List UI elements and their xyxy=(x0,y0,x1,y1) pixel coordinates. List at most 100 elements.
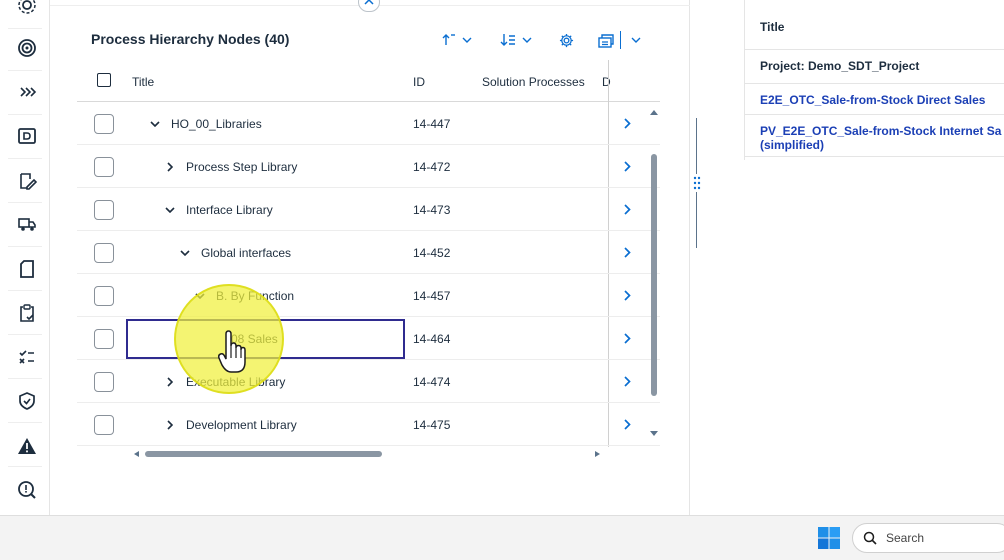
details-column-title: Title xyxy=(760,20,785,34)
list-item[interactable]: E2E_OTC_Sale-from-Stock Direct Sales xyxy=(745,84,1004,115)
row-title-cell: Process Step Library xyxy=(162,145,297,188)
row-title: Development Library xyxy=(186,417,297,432)
column-header-id[interactable]: ID xyxy=(413,75,425,89)
sort-button[interactable] xyxy=(442,29,472,51)
taskbar-search[interactable]: Search xyxy=(852,523,1004,553)
details-header-row: Title xyxy=(745,0,1004,50)
sort-list-icon xyxy=(500,34,515,46)
export-button[interactable] xyxy=(598,29,641,51)
list-item[interactable]: PV_E2E_OTC_Sale-from-Stock Internet Sa (… xyxy=(745,115,1004,157)
row-title-cell: Development Library xyxy=(162,403,297,446)
chevron-right-icon[interactable] xyxy=(162,159,178,175)
process-link-continued[interactable]: (simplified) xyxy=(760,138,824,152)
collapse-header-button[interactable] xyxy=(358,0,380,12)
row-id: 14-474 xyxy=(413,374,451,389)
chevron-down-icon[interactable] xyxy=(162,202,178,218)
search-issue-icon[interactable] xyxy=(14,477,40,503)
row-checkbox[interactable] xyxy=(94,372,114,392)
table-header: Title ID Solution Processes D xyxy=(77,60,660,102)
row-navigation-arrow-icon[interactable] xyxy=(619,201,635,217)
truck-icon[interactable] xyxy=(14,211,40,237)
windows-taskbar: Search xyxy=(0,515,1004,560)
row-id: 14-457 xyxy=(413,288,451,303)
row-navigation-arrow-icon[interactable] xyxy=(619,416,635,432)
process-link[interactable]: E2E_OTC_Sale-from-Stock Direct Sales xyxy=(760,93,985,107)
double-chevron-right-icon[interactable] xyxy=(14,79,40,105)
column-header-title[interactable]: Title xyxy=(132,75,154,89)
panel-title: Process Hierarchy Nodes (40) xyxy=(91,31,290,47)
document-d-icon[interactable] xyxy=(14,123,40,149)
project-name: Project: Demo_SDT_Project xyxy=(760,59,920,73)
sort-ascending-icon xyxy=(442,34,455,45)
row-id: 14-464 xyxy=(413,331,451,346)
table-row[interactable]: Process Step Library 14-472 xyxy=(77,145,660,188)
warning-icon[interactable] xyxy=(14,433,40,459)
row-id: 14-475 xyxy=(413,417,451,432)
horizontal-scrollbar[interactable] xyxy=(130,448,655,460)
clipboard-check-icon[interactable] xyxy=(14,300,40,326)
column-header-d[interactable]: D xyxy=(602,75,611,89)
table-row[interactable]: B. By Function14-457 xyxy=(77,274,660,317)
row-navigation-arrow-icon[interactable] xyxy=(619,287,635,303)
row-checkbox[interactable] xyxy=(94,114,114,134)
vertical-scrollbar[interactable] xyxy=(647,108,661,438)
taskbar-search-placeholder: Search xyxy=(886,531,925,545)
row-navigation-arrow-icon[interactable] xyxy=(619,373,635,389)
row-id: 14-473 xyxy=(413,202,451,217)
process-link[interactable]: PV_E2E_OTC_Sale-from-Stock Internet Sa xyxy=(760,124,1001,138)
row-checkbox[interactable] xyxy=(94,329,114,349)
left-navigation xyxy=(0,0,50,515)
row-navigation-arrow-icon[interactable] xyxy=(619,330,635,346)
windows-start-icon[interactable] xyxy=(818,527,840,549)
row-title-cell: Global interfaces xyxy=(177,231,291,274)
row-checkbox[interactable] xyxy=(94,157,114,177)
scroll-down-arrow-icon[interactable] xyxy=(649,430,659,438)
splitter-grip-icon[interactable] xyxy=(692,174,702,192)
panel-splitter[interactable] xyxy=(690,0,704,515)
document-icon[interactable] xyxy=(14,256,40,282)
project-row: Project: Demo_SDT_Project xyxy=(745,50,1004,84)
scroll-right-arrow-icon[interactable] xyxy=(594,450,602,458)
table-row[interactable]: Development Library 14-475 xyxy=(77,403,660,446)
row-navigation-arrow-icon[interactable] xyxy=(619,158,635,174)
row-id: 14-447 xyxy=(413,116,451,131)
row-checkbox[interactable] xyxy=(94,243,114,263)
row-title-cell: Interface Library xyxy=(162,188,273,231)
row-title: Interface Library xyxy=(186,202,273,217)
group-button[interactable] xyxy=(500,29,532,51)
table-row[interactable]: Global interfaces 14-452 xyxy=(77,231,660,274)
table-settings-button[interactable] xyxy=(559,29,574,51)
table-row[interactable]: HO_00_Libraries 14-447 xyxy=(77,102,660,145)
hand-pointer-cursor-icon xyxy=(218,330,246,373)
scroll-left-arrow-icon[interactable] xyxy=(132,450,140,458)
scroll-up-arrow-icon[interactable] xyxy=(649,108,659,116)
row-title: Global interfaces xyxy=(201,245,292,260)
chevron-down-icon[interactable] xyxy=(177,245,193,261)
row-navigation-arrow-icon[interactable] xyxy=(619,115,635,131)
settings-icon[interactable] xyxy=(14,0,40,18)
chevron-down-icon xyxy=(462,37,472,43)
select-all-checkbox[interactable] xyxy=(97,73,111,87)
table-row[interactable]: Interface Library 14-473 xyxy=(77,188,660,231)
vertical-scrollbar-thumb[interactable] xyxy=(651,154,657,396)
checklist-icon[interactable] xyxy=(14,344,40,370)
chevron-right-icon[interactable] xyxy=(162,417,178,433)
row-id: 14-472 xyxy=(413,159,451,174)
chevron-down-icon[interactable] xyxy=(147,116,163,132)
horizontal-scrollbar-thumb[interactable] xyxy=(145,451,382,457)
row-navigation-arrow-icon[interactable] xyxy=(619,244,635,260)
table-row[interactable]: Executable Library14-474 xyxy=(77,360,660,403)
chevron-right-icon[interactable] xyxy=(162,374,178,390)
row-checkbox[interactable] xyxy=(94,286,114,306)
row-title: Process Step Library xyxy=(186,159,298,174)
target-icon[interactable] xyxy=(14,35,40,61)
row-title: HO_00_Libraries xyxy=(171,116,262,131)
shield-check-icon[interactable] xyxy=(14,388,40,414)
edit-document-icon[interactable] xyxy=(14,168,40,194)
row-checkbox[interactable] xyxy=(94,415,114,435)
row-checkbox[interactable] xyxy=(94,200,114,220)
column-header-solution-processes[interactable]: Solution Processes xyxy=(482,75,585,89)
chevron-down-icon xyxy=(631,37,641,43)
gear-icon xyxy=(559,33,574,47)
hierarchy-table: Title ID Solution Processes D HO_00_Libr… xyxy=(77,60,660,447)
